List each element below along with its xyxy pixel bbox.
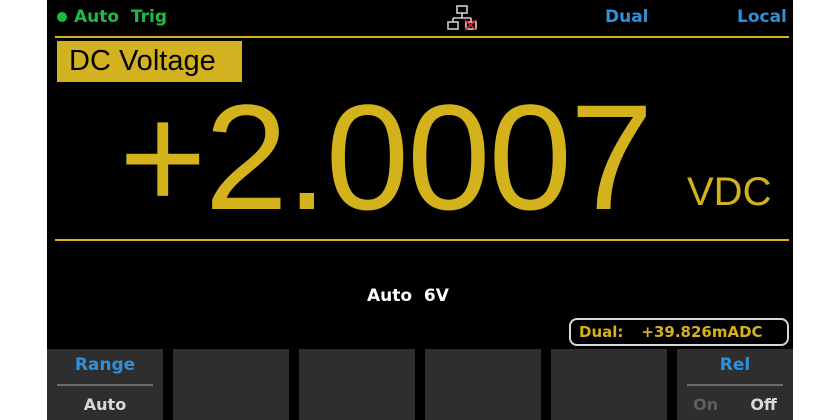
- dual-display-value: +39.826mADC: [641, 323, 763, 341]
- softkey-bar: Range Auto Rel On Off: [47, 349, 793, 420]
- primary-reading: +2.0007: [119, 73, 653, 241]
- range-indicator: Auto 6V: [367, 286, 449, 306]
- rel-option-on: On: [693, 395, 719, 414]
- top-divider: [55, 36, 789, 38]
- local-control-indicator: Local: [737, 7, 787, 27]
- softkey-divider: [57, 384, 153, 386]
- softkey-range-value: Auto: [83, 395, 127, 414]
- softkey-divider: [687, 384, 783, 386]
- dual-display-readout: Dual: +39.826mADC: [569, 318, 789, 346]
- trigger-label: Auto Trig: [74, 7, 168, 27]
- multimeter-screen: Auto Trig Dual Local DC Voltage +2.0007 …: [47, 0, 793, 420]
- lan-disconnected-icon: [447, 5, 477, 31]
- softkey-3[interactable]: [299, 349, 415, 420]
- softkey-range[interactable]: Range Auto: [47, 349, 163, 420]
- softkey-5[interactable]: [551, 349, 667, 420]
- dual-display-label: Dual:: [579, 323, 624, 341]
- trigger-status: Auto Trig: [57, 7, 167, 27]
- softkey-4[interactable]: [425, 349, 541, 420]
- softkey-range-label: Range: [74, 355, 136, 375]
- dual-mode-indicator: Dual: [605, 7, 649, 27]
- softkey-rel-label: Rel: [719, 355, 751, 375]
- softkey-rel[interactable]: Rel On Off: [677, 349, 793, 420]
- reading-divider: [55, 239, 789, 241]
- trigger-indicator-icon: [57, 12, 67, 22]
- reading-unit: VDC: [687, 170, 772, 214]
- rel-toggle-options: On Off: [677, 395, 793, 414]
- softkey-2[interactable]: [173, 349, 289, 420]
- rel-option-off: Off: [750, 395, 777, 414]
- status-bar: Auto Trig Dual Local: [47, 0, 793, 34]
